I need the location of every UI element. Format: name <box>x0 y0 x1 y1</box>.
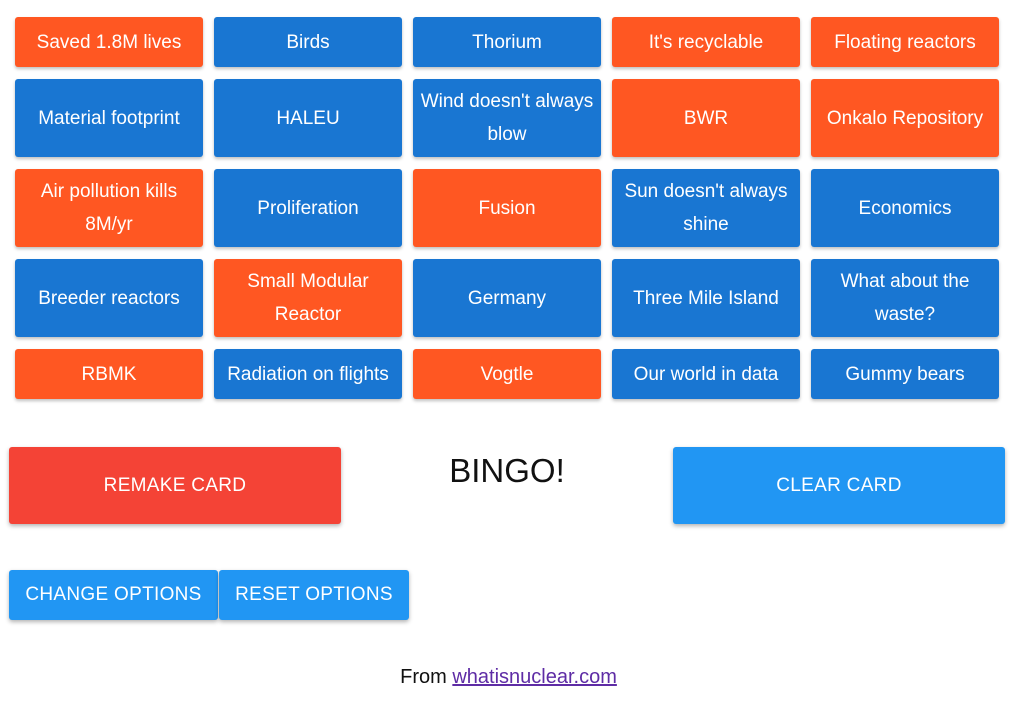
bingo-cell[interactable]: Sun doesn't always shine <box>612 169 800 247</box>
bingo-cell[interactable]: Economics <box>811 169 999 247</box>
bingo-cell[interactable]: Material footprint <box>15 79 203 157</box>
bingo-cell[interactable]: Birds <box>214 17 402 67</box>
bingo-cell[interactable]: Germany <box>413 259 601 337</box>
bingo-cell[interactable]: Floating reactors <box>811 17 999 67</box>
remake-card-button[interactable]: REMAKE CARD <box>9 447 341 524</box>
reset-options-button[interactable]: RESET OPTIONS <box>219 570 409 620</box>
bingo-cell[interactable]: Gummy bears <box>811 349 999 399</box>
change-options-button[interactable]: CHANGE OPTIONS <box>9 570 218 620</box>
bingo-cell[interactable]: It's recyclable <box>612 17 800 67</box>
bingo-cell[interactable]: What about the waste? <box>811 259 999 337</box>
bingo-status-text: BINGO! <box>449 452 565 489</box>
bingo-cell[interactable]: Breeder reactors <box>15 259 203 337</box>
bingo-cell[interactable]: Saved 1.8M lives <box>15 17 203 67</box>
bingo-cell[interactable]: Air pollution kills 8M/yr <box>15 169 203 247</box>
bingo-cell[interactable]: Fusion <box>413 169 601 247</box>
bingo-cell[interactable]: Thorium <box>413 17 601 67</box>
bingo-cell[interactable]: Radiation on flights <box>214 349 402 399</box>
clear-card-button[interactable]: CLEAR CARD <box>673 447 1005 524</box>
bingo-cell[interactable]: Vogtle <box>413 349 601 399</box>
bingo-cell[interactable]: Small Modular Reactor <box>214 259 402 337</box>
bingo-cell[interactable]: RBMK <box>15 349 203 399</box>
bingo-cell[interactable]: Onkalo Repository <box>811 79 999 157</box>
bingo-cell[interactable]: Wind doesn't always blow <box>413 79 601 157</box>
whatisnuclear-link[interactable]: whatisnuclear.com <box>452 666 617 688</box>
bingo-cell[interactable]: Proliferation <box>214 169 402 247</box>
footer-prefix: From <box>400 666 453 688</box>
bingo-cell[interactable]: Three Mile Island <box>612 259 800 337</box>
bingo-cell[interactable]: HALEU <box>214 79 402 157</box>
footer: From whatisnuclear.com <box>0 666 1017 689</box>
bingo-card: Saved 1.8M lives Birds Thorium It's recycla… <box>15 17 999 399</box>
bingo-cell[interactable]: BWR <box>612 79 800 157</box>
bingo-cell[interactable]: Our world in data <box>612 349 800 399</box>
